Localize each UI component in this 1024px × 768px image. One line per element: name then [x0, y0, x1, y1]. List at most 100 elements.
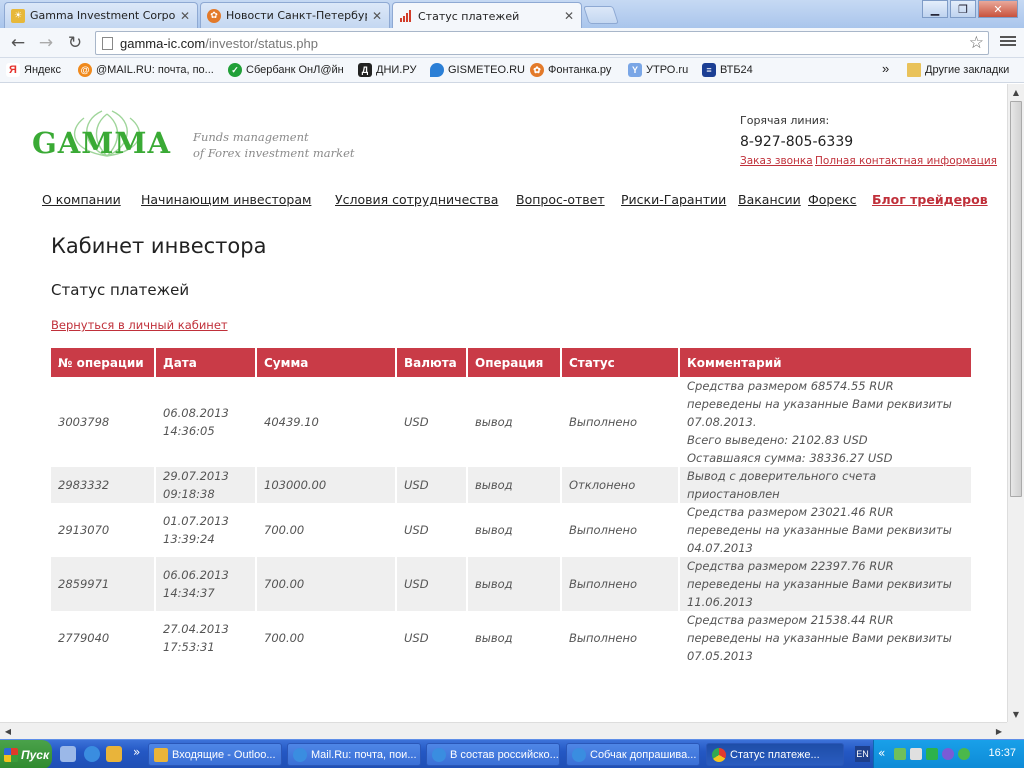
sberbank-icon: ✓ — [228, 63, 242, 77]
ie-icon[interactable] — [84, 746, 100, 762]
restore-icon[interactable]: ❐ — [950, 0, 976, 18]
tray-expand-chevron[interactable]: « — [878, 746, 885, 760]
page-subtitle: Статус платежей — [51, 281, 190, 299]
show-desktop-icon[interactable] — [60, 746, 76, 762]
cell-date: 27.04.2013 17:53:31 — [155, 611, 257, 665]
start-button[interactable]: Пуск — [0, 740, 52, 768]
main-nav: О компании Начинающим инвесторам Условия… — [0, 192, 1007, 212]
quicklaunch-more-chevron[interactable]: » — [133, 745, 140, 759]
close-icon[interactable]: ✕ — [371, 9, 383, 23]
col-comment[interactable]: Комментарий — [679, 348, 971, 377]
address-bar[interactable]: gamma-ic.com/investor/status.php ☆ — [95, 31, 989, 55]
more-bookmarks-chevron[interactable]: » — [882, 61, 889, 76]
nav-terms[interactable]: Условия сотрудничества — [335, 192, 498, 207]
task-chrome-status[interactable]: Статус платеже... — [706, 743, 844, 766]
bookmark-dni[interactable]: Д ДНИ.РУ — [358, 63, 416, 77]
dni-icon: Д — [358, 63, 372, 77]
nav-about[interactable]: О компании — [42, 192, 121, 207]
close-icon[interactable]: ✕ — [179, 9, 191, 23]
browser-tab-news[interactable]: ✿ Новости Санкт-Петербурга ✕ — [200, 2, 390, 28]
bookmark-gismeteo[interactable]: GISMETEO.RU — [430, 63, 525, 77]
nav-traders-blog[interactable]: Блог трейдеров — [872, 192, 988, 207]
task-mailru[interactable]: Mail.Ru: почта, пои... — [287, 743, 421, 766]
col-date[interactable]: Дата — [155, 348, 257, 377]
task-news-1[interactable]: В состав российско... — [426, 743, 560, 766]
back-to-cabinet-link[interactable]: Вернуться в личный кабинет — [51, 318, 228, 332]
table-row: 2779040 27.04.2013 17:53:31 700.00 USD вы… — [51, 611, 971, 665]
update-icon[interactable] — [958, 748, 970, 760]
bookmark-sberbank[interactable]: ✓ Сбербанк ОнЛ@йн — [228, 63, 344, 77]
cell-id: 2779040 — [51, 611, 156, 665]
nav-faq[interactable]: Вопрос-ответ — [516, 192, 605, 207]
vertical-scrollbar[interactable]: ▲ ▼ — [1007, 84, 1024, 722]
scroll-left-icon[interactable]: ◀ — [0, 723, 16, 739]
vtb-icon: ≡ — [702, 63, 716, 77]
horizontal-scrollbar[interactable]: ◀ ▶ — [0, 722, 1007, 739]
address-url[interactable]: gamma-ic.com/investor/status.php — [120, 36, 318, 51]
close-icon[interactable]: ✕ — [563, 9, 575, 23]
volume-icon[interactable] — [910, 748, 922, 760]
task-news-2[interactable]: Собчак допрашива... — [566, 743, 700, 766]
bookmark-star-icon[interactable]: ☆ — [969, 33, 984, 53]
table-row: 2859971 06.06.2013 14:34:37 700.00 USD вы… — [51, 557, 971, 611]
back-arrow-icon[interactable]: ← — [6, 31, 30, 55]
utro-icon: Y — [628, 63, 642, 77]
bookmark-yandex[interactable]: Я Яндекс — [6, 63, 61, 77]
order-call-link[interactable]: Заказ звонка — [740, 155, 813, 167]
bookmark-utro[interactable]: Y УТРО.ru — [628, 63, 688, 77]
full-contacts-link[interactable]: Полная контактная информация — [815, 155, 997, 167]
language-indicator[interactable]: EN — [855, 746, 870, 762]
nav-vacancies[interactable]: Вакансии — [738, 192, 801, 207]
antivirus-icon[interactable] — [926, 748, 938, 760]
fontanka-favicon-icon: ✿ — [207, 8, 221, 23]
network-icon[interactable] — [894, 748, 906, 760]
minimize-icon[interactable]: ▁ — [922, 0, 948, 18]
cell-operation: вывод — [467, 503, 562, 557]
browser-tab-status[interactable]: Статус платежей ✕ — [392, 2, 582, 29]
col-status[interactable]: Статус — [561, 348, 680, 377]
bar-chart-favicon-icon — [399, 9, 413, 23]
nav-beginners[interactable]: Начинающим инвесторам — [141, 192, 311, 207]
viber-icon[interactable] — [942, 748, 954, 760]
clock[interactable]: 16:37 — [988, 747, 1016, 759]
menu-icon[interactable] — [1000, 34, 1016, 50]
task-outlook[interactable]: Входящие - Outloo... — [148, 743, 282, 766]
cell-currency: USD — [396, 503, 468, 557]
col-operation[interactable]: Операция — [467, 348, 562, 377]
browser-tab-gamma[interactable]: ☀ Gamma Investment Corporat ✕ — [4, 2, 198, 28]
col-amount[interactable]: Сумма — [256, 348, 397, 377]
cell-status: Выполнено — [561, 557, 680, 611]
col-operation-number[interactable]: № операции — [51, 348, 156, 377]
scroll-up-icon[interactable]: ▲ — [1008, 84, 1024, 100]
cell-amount: 700.00 — [256, 503, 397, 557]
outlook-icon[interactable] — [106, 746, 122, 762]
page-viewport: GAMMA Funds management of Forex investme… — [0, 84, 1007, 722]
hotline-phone: 8-927-805-6339 — [740, 134, 854, 150]
bookmark-fontanka[interactable]: ✿ Фонтанка.ру — [530, 63, 611, 77]
col-currency[interactable]: Валюта — [396, 348, 468, 377]
new-tab-button[interactable] — [583, 6, 619, 24]
forward-arrow-icon[interactable]: → — [34, 31, 58, 55]
nav-forex[interactable]: Форекс — [808, 192, 856, 207]
cell-amount: 700.00 — [256, 557, 397, 611]
chrome-icon — [712, 747, 726, 762]
windows-flag-icon — [4, 747, 18, 762]
scroll-right-icon[interactable]: ▶ — [991, 723, 1007, 739]
bookmark-mailru[interactable]: @ @MAIL.RU: почта, по... — [78, 63, 214, 77]
cell-operation: вывод — [467, 377, 562, 467]
nav-risks[interactable]: Риски-Гарантии — [621, 192, 726, 207]
scroll-down-icon[interactable]: ▼ — [1008, 706, 1024, 722]
cell-status: Выполнено — [561, 503, 680, 557]
cell-date: 06.08.2013 14:36:05 — [155, 377, 257, 467]
gamma-logo[interactable]: GAMMA — [32, 104, 172, 164]
window-close-icon[interactable]: ✕ — [978, 0, 1018, 18]
windows-taskbar: Пуск » Входящие - Outloo... Mail.Ru: поч… — [0, 739, 1024, 768]
cell-currency: USD — [396, 467, 468, 503]
cell-currency: USD — [396, 611, 468, 665]
other-bookmarks[interactable]: Другие закладки — [907, 63, 1009, 77]
cell-id: 3003798 — [51, 377, 156, 467]
reload-icon[interactable]: ↻ — [63, 31, 87, 55]
bookmark-vtb[interactable]: ≡ ВТБ24 — [702, 63, 753, 77]
cell-amount: 40439.10 — [256, 377, 397, 467]
scrollbar-thumb[interactable] — [1010, 101, 1022, 497]
